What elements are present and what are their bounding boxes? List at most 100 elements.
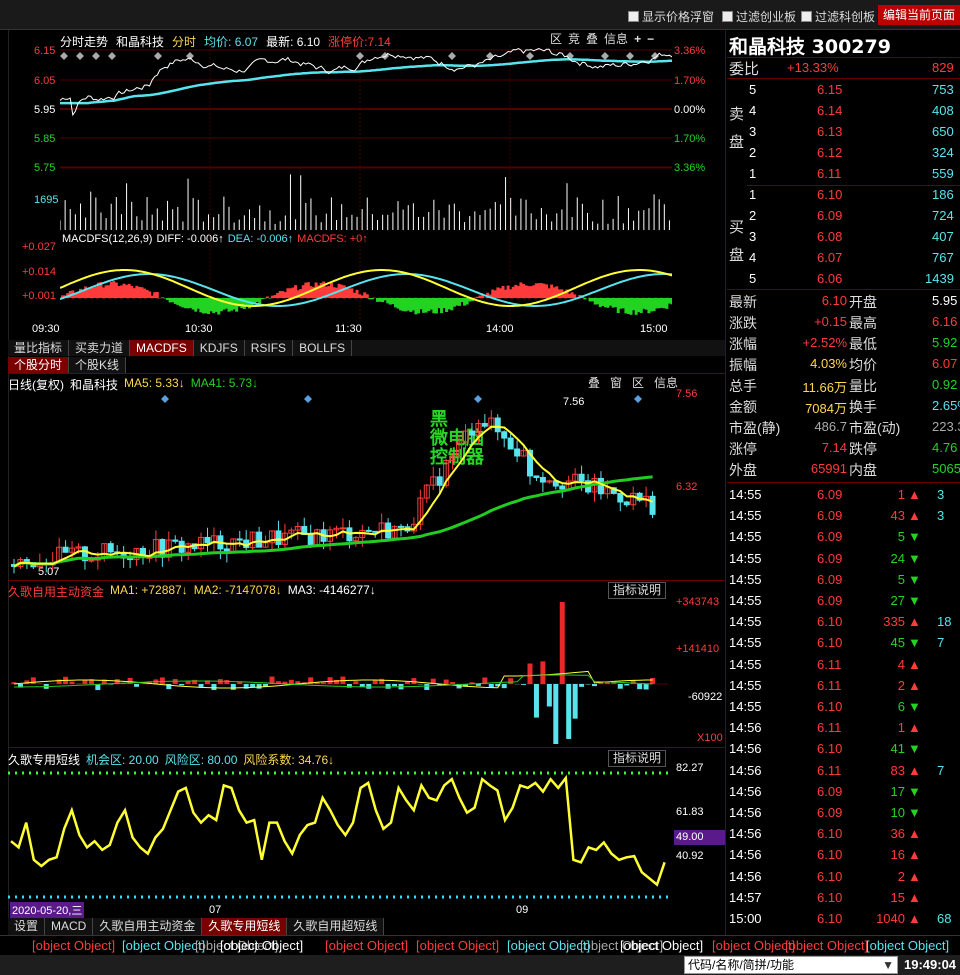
fund-bar bbox=[411, 678, 417, 684]
filter-star-checkbox[interactable]: 过滤科创板 bbox=[801, 8, 875, 25]
kline-toolbar: 叠 窗 区 信息 bbox=[586, 376, 680, 390]
stat-row: 最新 6.10 开盘 5.95 bbox=[727, 291, 960, 312]
stat-label: 最高 bbox=[849, 315, 877, 331]
tick-volume: 1 bbox=[897, 487, 905, 502]
stock-name: 和晶科技 bbox=[729, 36, 806, 58]
stat-label: 换手 bbox=[849, 399, 877, 415]
zone-button[interactable]: 区 bbox=[630, 376, 646, 390]
indicator-tab[interactable]: MACDFS bbox=[130, 340, 194, 356]
window-button[interactable]: 窗 bbox=[608, 376, 624, 390]
level-number: 3 bbox=[749, 124, 757, 139]
fund-name: 久歌自用主动资金 bbox=[8, 585, 105, 599]
fund-header: 久歌自用主动资金 MA1: +72887↓ MA2: -7147078↓ MA3… bbox=[8, 583, 376, 600]
tick-time: 14:55 bbox=[729, 550, 762, 566]
buy-row[interactable]: 2 6.09 724 bbox=[727, 206, 960, 227]
auction-button[interactable]: 竞 bbox=[566, 32, 582, 46]
candle-body bbox=[597, 477, 604, 495]
fund-bar bbox=[546, 684, 552, 707]
tick-price: 6.10 bbox=[817, 889, 843, 905]
bottom-tab[interactable]: 久歌自用主动资金 bbox=[93, 918, 203, 935]
arrow-up-icon: ▲ bbox=[908, 677, 921, 693]
tick-row: 14:55 6.09 24 ▼ bbox=[727, 549, 960, 570]
index-status-item: [object Object] bbox=[507, 938, 591, 953]
arrow-down-icon: ▼ bbox=[908, 741, 921, 757]
tick-volume: 6 bbox=[897, 699, 905, 714]
tick-row: 14:55 6.09 1 ▲ 3 bbox=[727, 485, 960, 506]
tick-row: 14:55 6.09 5 ▼ bbox=[727, 527, 960, 548]
overlay-button[interactable]: 叠 bbox=[586, 376, 602, 390]
indicator-tab[interactable]: 量比指标 bbox=[8, 340, 70, 356]
tick-volume: 335 bbox=[883, 614, 905, 630]
fund-bar bbox=[475, 684, 481, 686]
sell-row[interactable]: 1 6.11 559 bbox=[727, 164, 960, 185]
filter-gem-checkbox[interactable]: 过滤创业板 bbox=[722, 8, 796, 25]
indicator-tab[interactable]: 买卖力道 bbox=[69, 340, 131, 356]
bottom-tab[interactable]: 设置 bbox=[8, 918, 46, 935]
arrow-down-icon: ▼ bbox=[908, 529, 921, 545]
buy-row[interactable]: 4 6.07 767 bbox=[727, 248, 960, 269]
candle-body bbox=[372, 530, 379, 533]
webi-pct: +13.33% bbox=[787, 60, 839, 75]
fund-bar bbox=[211, 684, 217, 691]
buy-row[interactable]: 3 6.08 407 bbox=[727, 227, 960, 248]
tick-time: 14:55 bbox=[729, 635, 762, 651]
event-diamond-icon bbox=[76, 52, 84, 60]
indicator-tab[interactable]: BOLLFS bbox=[293, 340, 353, 356]
overlay-button[interactable]: 叠 bbox=[584, 32, 600, 46]
buy-row[interactable]: 5 6.06 1439 bbox=[727, 269, 960, 290]
tick-volume: 16 bbox=[890, 847, 905, 863]
info-button[interactable]: 信息 bbox=[602, 32, 630, 46]
fund-help-button[interactable]: 指标说明 bbox=[608, 582, 666, 599]
fund-bar bbox=[224, 680, 230, 684]
arrow-down-icon: ▼ bbox=[908, 593, 921, 608]
tick-price: 6.10 bbox=[817, 699, 843, 714]
zoom-out-icon[interactable]: − bbox=[645, 32, 656, 46]
level-price: 6.10 bbox=[817, 187, 843, 202]
sub-tab[interactable]: 个股K线 bbox=[69, 357, 127, 373]
tick-row: 14:55 6.09 5 ▼ bbox=[727, 570, 960, 591]
level-number: 3 bbox=[749, 229, 757, 244]
tick-volume: 2 bbox=[897, 677, 905, 693]
indicator-tab[interactable]: KDJFS bbox=[194, 340, 245, 356]
tick-price: 6.09 bbox=[817, 487, 843, 502]
tick-price: 6.09 bbox=[817, 529, 843, 545]
buy-row[interactable]: 1 6.10 186 bbox=[727, 185, 960, 206]
top-toolbar: 显示价格浮窗 过滤创业板 过滤科创板 编辑当前页面 bbox=[0, 0, 960, 30]
zoom-in-icon[interactable]: + bbox=[632, 32, 643, 46]
sell-row[interactable]: 4 6.14 408 bbox=[727, 101, 960, 122]
volume-tick: 1695 bbox=[34, 194, 59, 206]
bottom-tab[interactable]: 久歌专用短线 bbox=[202, 918, 288, 935]
show-price-float-checkbox[interactable]: 显示价格浮窗 bbox=[628, 8, 714, 25]
fund-bar bbox=[392, 684, 398, 687]
search-input[interactable]: 代码/名称/简拼/功能 ▼ bbox=[684, 956, 898, 974]
tick-time: 15:00 bbox=[729, 911, 762, 926]
search-placeholder: 代码/名称/简拼/功能 bbox=[688, 958, 795, 972]
arrow-up-icon: ▲ bbox=[908, 614, 921, 630]
bottom-tab[interactable]: MACD bbox=[45, 918, 94, 935]
time-tick: 09:30 bbox=[32, 323, 60, 335]
fund-bar bbox=[650, 677, 656, 684]
index-status-item: [object Object] bbox=[620, 938, 704, 953]
tick-volume: 17 bbox=[890, 783, 905, 799]
stat-value: 4.76 bbox=[932, 440, 958, 455]
indicator-tab[interactable]: RSIFS bbox=[245, 340, 294, 356]
fund-bar bbox=[379, 678, 385, 684]
fund-bar bbox=[327, 677, 333, 684]
marker-diamond-icon bbox=[304, 395, 312, 403]
edit-page-button[interactable]: 编辑当前页面 bbox=[877, 5, 960, 25]
sell-row[interactable]: 3 6.13 650 bbox=[727, 122, 960, 143]
intraday-chart bbox=[60, 45, 672, 322]
ma41-line bbox=[13, 475, 653, 568]
bottom-tab[interactable]: 久歌自用超短线 bbox=[287, 918, 385, 935]
fund-ma2: MA2: -7147078↓ bbox=[193, 583, 282, 597]
sub-tab[interactable]: 个股分时 bbox=[8, 357, 70, 373]
dropdown-arrow-icon[interactable]: ▼ bbox=[882, 957, 894, 973]
sell-row[interactable]: 5 6.15 753 bbox=[727, 80, 960, 101]
event-diamond-icon bbox=[154, 52, 162, 60]
level-volume: 1439 bbox=[925, 271, 954, 286]
index-status-item: [object Object] bbox=[32, 938, 116, 953]
sell-row[interactable]: 2 6.12 324 bbox=[727, 143, 960, 164]
tick-volume: 4 bbox=[897, 656, 905, 672]
arrow-down-icon: ▼ bbox=[908, 550, 921, 566]
zone-button[interactable]: 区 bbox=[548, 32, 564, 46]
